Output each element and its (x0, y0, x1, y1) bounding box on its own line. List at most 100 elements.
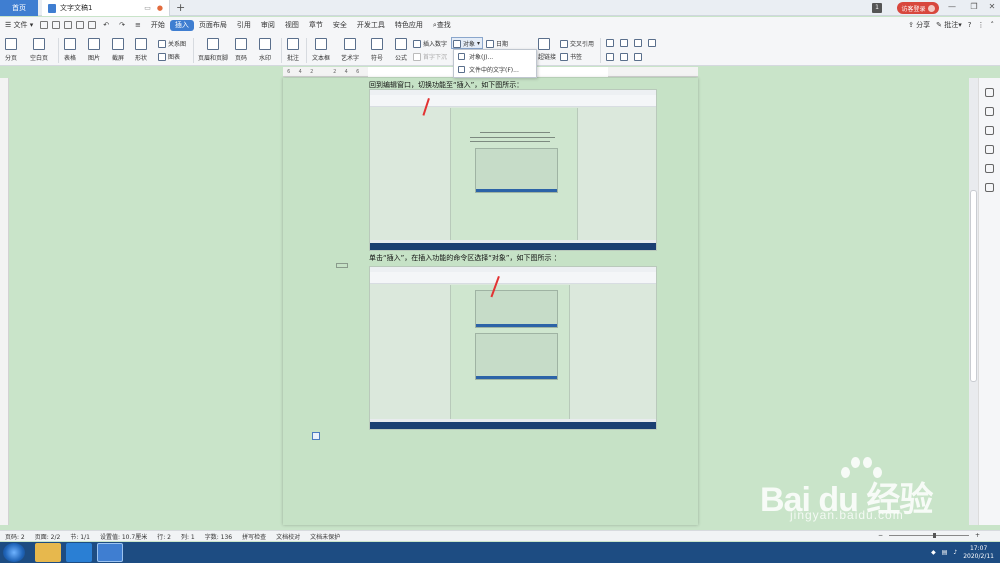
save-icon[interactable] (40, 21, 49, 29)
insert-number-button[interactable]: 插入数字 (413, 39, 447, 48)
document-tab[interactable]: 文字文稿1 ▭ ● (42, 0, 170, 16)
undo-icon[interactable]: ↶ (98, 21, 114, 29)
share-button[interactable]: ⇪ 分享 (908, 20, 930, 30)
status-pages[interactable]: 页面: 2/2 (30, 532, 66, 541)
export-pdf-icon[interactable] (52, 21, 61, 29)
zoom-slider-knob[interactable] (932, 533, 936, 538)
tab-features[interactable]: 特色应用 (390, 20, 428, 30)
spell-check-button[interactable]: 拼写检查 (237, 532, 271, 541)
customize-icon[interactable]: ≡ (130, 21, 146, 29)
ribbon-small-tool-4[interactable] (648, 39, 656, 47)
comment-button[interactable]: ✎ 批注▾ (936, 20, 962, 30)
restore-button[interactable]: ❐ (968, 2, 980, 11)
header-footer-button[interactable]: 页眉和页脚 (198, 38, 228, 62)
format-painter-icon[interactable] (88, 21, 97, 29)
object-button[interactable]: 对象 ▾ (453, 39, 480, 48)
bookmark-button[interactable]: 书签 (560, 52, 582, 61)
tab-view[interactable]: 视图 (280, 20, 304, 30)
tab-reference[interactable]: 引用 (232, 20, 256, 30)
pin-icon[interactable]: ▭ (144, 4, 151, 12)
hyperlink-icon-button[interactable] (538, 38, 550, 53)
wordart-button[interactable]: 艺术字 (341, 38, 359, 62)
login-button[interactable]: 访客登录 (897, 2, 939, 14)
clock[interactable]: 17:07 2020/2/11 (963, 545, 994, 561)
print-preview-icon[interactable] (76, 21, 85, 29)
status-row[interactable]: 行: 2 (152, 532, 176, 541)
screenshot-button[interactable]: 截屏 (112, 38, 124, 62)
home-tab[interactable]: 首页 (0, 0, 38, 16)
ribbon-small-tool-2[interactable] (620, 39, 628, 47)
ribbon-small-tool-3[interactable] (634, 39, 642, 47)
window-count-badge[interactable]: 1 (872, 3, 882, 13)
tab-security[interactable]: 安全 (328, 20, 352, 30)
tab-start[interactable]: 开始 (146, 20, 170, 30)
more-icon[interactable]: ⋮ (978, 21, 985, 29)
scrollbar-thumb[interactable] (970, 190, 977, 382)
comment-insert-button[interactable]: 批注 (287, 38, 299, 62)
menu-item-object[interactable]: 对象(J)... (454, 50, 536, 63)
status-setting[interactable]: 设置值: 10.7厘米 (95, 532, 152, 541)
new-tab-button[interactable]: + (176, 1, 185, 14)
pen-icon[interactable] (985, 88, 994, 97)
table-button[interactable]: 表格 (64, 38, 76, 62)
collapse-ribbon-icon[interactable]: ˄ (991, 21, 995, 29)
picture-button[interactable]: 图片 (88, 38, 100, 62)
file-menu[interactable]: ☰ 文件 ▾ (0, 20, 38, 30)
hyperlink-button[interactable]: 超链接 (538, 52, 556, 61)
tab-review[interactable]: 审阅 (256, 20, 280, 30)
zoom-in-button[interactable]: + (975, 532, 980, 539)
history-icon[interactable] (985, 164, 994, 173)
tab-page-layout[interactable]: 页面布局 (194, 20, 232, 30)
shape-button[interactable]: 形状 (135, 38, 147, 62)
relation-chart-button[interactable]: 关系图 (158, 39, 186, 48)
ribbon-small-tool-1[interactable] (606, 39, 614, 47)
tab-developer[interactable]: 开发工具 (352, 20, 390, 30)
dropcap-button[interactable]: 首字下沉 (413, 52, 447, 61)
symbol-button[interactable]: 符号 (371, 38, 383, 62)
minimize-button[interactable]: — (946, 2, 958, 11)
doc-protect-button[interactable]: 文档未保护 (305, 532, 345, 541)
wps-taskbar-icon[interactable] (97, 543, 123, 562)
page-break-button[interactable]: 分页 (5, 38, 17, 62)
ribbon-small-tool-7[interactable] (634, 53, 642, 61)
tray-icon[interactable]: ◆ (931, 549, 936, 556)
zoom-slider[interactable] (888, 533, 969, 538)
crossref-button[interactable]: 交叉引用 (560, 39, 594, 48)
ribbon-small-tool-5[interactable] (606, 53, 614, 61)
embedded-screenshot-1[interactable] (369, 89, 657, 251)
cursor-icon[interactable] (985, 107, 994, 116)
volume-icon[interactable]: ♪ (953, 549, 957, 556)
redo-icon[interactable]: ↷ (114, 21, 130, 29)
textbox-button[interactable]: 文本框 (312, 38, 330, 62)
explorer-taskbar-icon[interactable] (35, 543, 61, 562)
chart-button[interactable]: 图表 (158, 52, 180, 61)
vertical-ruler[interactable] (0, 78, 9, 525)
page-number-button[interactable]: 页码 (235, 38, 247, 62)
close-tab-icon[interactable]: ● (157, 4, 163, 12)
close-window-button[interactable]: ✕ (986, 2, 998, 11)
status-col[interactable]: 列: 1 (176, 532, 200, 541)
blank-page-button[interactable]: 空白页 (30, 38, 48, 62)
ribbon-small-tool-6[interactable] (620, 53, 628, 61)
tab-chapter[interactable]: 章节 (304, 20, 328, 30)
status-page[interactable]: 页码: 2 (0, 532, 30, 541)
start-button[interactable] (3, 543, 25, 562)
tab-insert[interactable]: 插入 (169, 19, 194, 31)
paste-options-icon[interactable] (312, 432, 320, 440)
network-icon[interactable]: ▤ (942, 549, 948, 556)
status-section[interactable]: 节: 1/1 (65, 532, 95, 541)
help-button[interactable]: ? (968, 21, 972, 29)
embedded-screenshot-2[interactable] (369, 266, 657, 430)
share-icon[interactable] (985, 145, 994, 154)
proofread-button[interactable]: 文档校对 (271, 532, 305, 541)
menu-item-text-from-file[interactable]: 文件中的文字(F)... (454, 63, 536, 76)
watermark-button[interactable]: 水印 (259, 38, 271, 62)
formula-button[interactable]: 公式 (395, 38, 407, 62)
status-word-count[interactable]: 字数: 136 (200, 532, 237, 541)
zoom-out-button[interactable]: − (878, 532, 883, 539)
ie-taskbar-icon[interactable] (66, 543, 92, 562)
help-icon[interactable] (985, 183, 994, 192)
date-button[interactable]: 日期 (486, 39, 508, 48)
print-icon[interactable] (64, 21, 73, 29)
search-button[interactable]: ⌕查找 (428, 20, 456, 30)
